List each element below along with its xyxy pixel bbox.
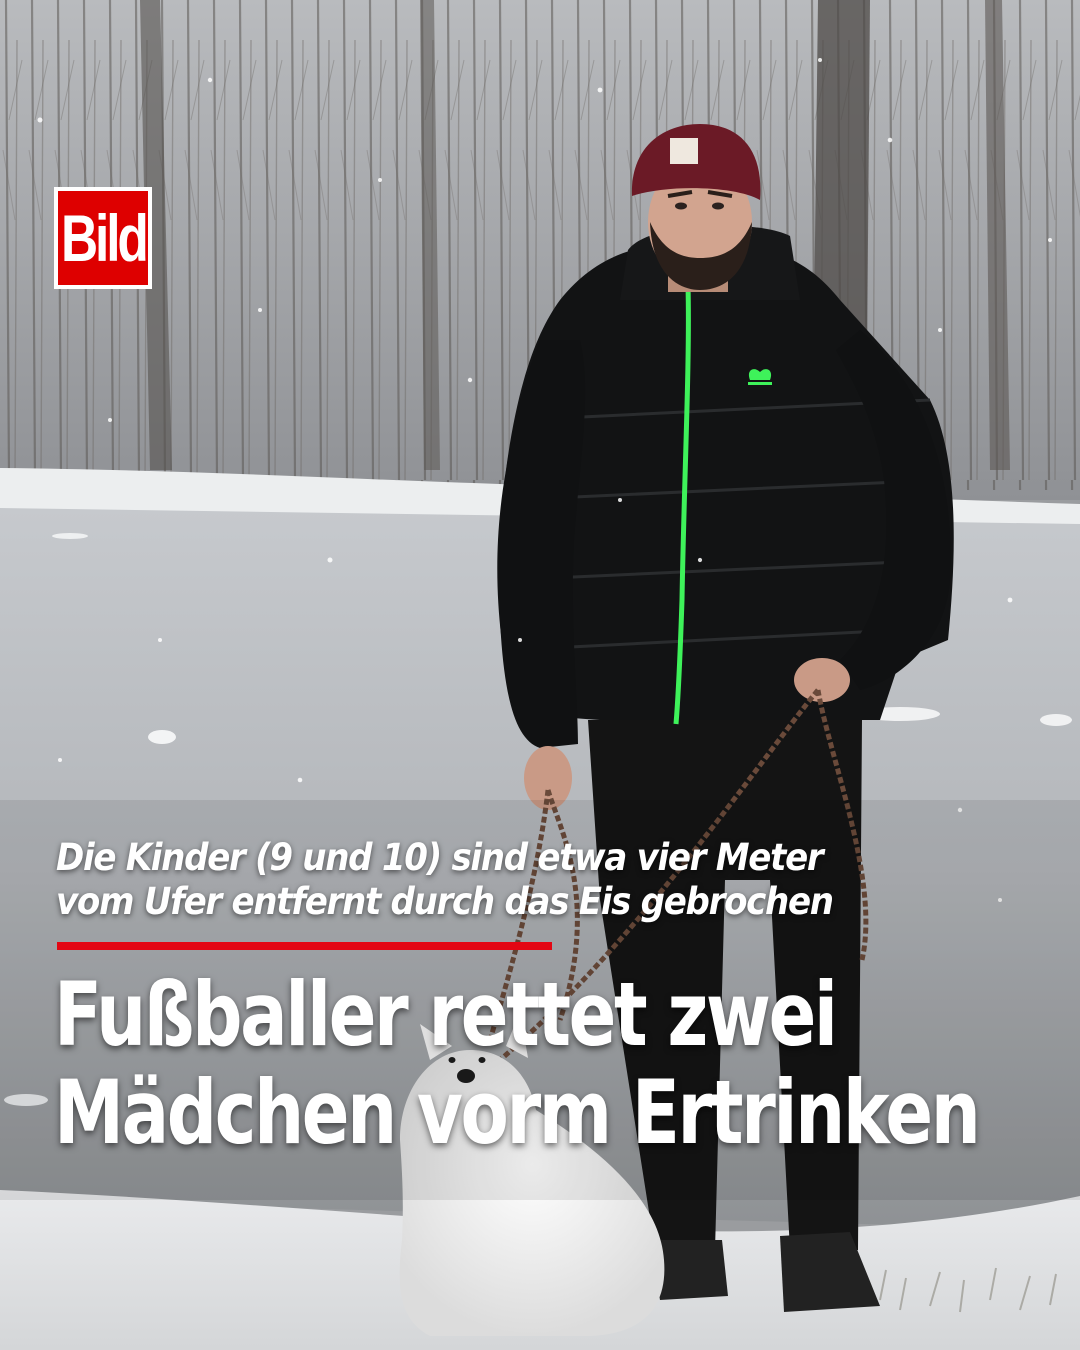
bild-logo-red-box: Bild <box>58 191 148 285</box>
ice-chunk <box>1040 714 1072 726</box>
beanie-patch <box>670 138 698 164</box>
eye-right <box>712 202 724 210</box>
red-divider <box>57 942 552 950</box>
subtitle-line: Die Kinder (9 und 10) sind etwa vier Met… <box>56 836 824 879</box>
social-post-card: Bild Die Kinder (9 und 10) sind etwa vie… <box>0 0 1080 1350</box>
bild-logo: Bild <box>54 187 152 289</box>
ice-chunk <box>52 533 88 539</box>
bild-logo-text: Bild <box>60 201 149 275</box>
headline-line: Mädchen vorm Ertrinken <box>54 1061 981 1164</box>
subtitle-line: vom Ufer entfernt durch das Eis gebroche… <box>56 880 834 923</box>
eye-left <box>675 202 687 210</box>
subtitle: Die Kinder (9 und 10) sind etwa vier Met… <box>56 836 884 924</box>
right-hand <box>794 658 850 702</box>
ice-chunk <box>148 730 176 744</box>
headline-line: Fußballer rettet zwei <box>54 963 838 1066</box>
headline: Fußballer rettet zwei Mädchen vorm Ertri… <box>54 963 981 1164</box>
